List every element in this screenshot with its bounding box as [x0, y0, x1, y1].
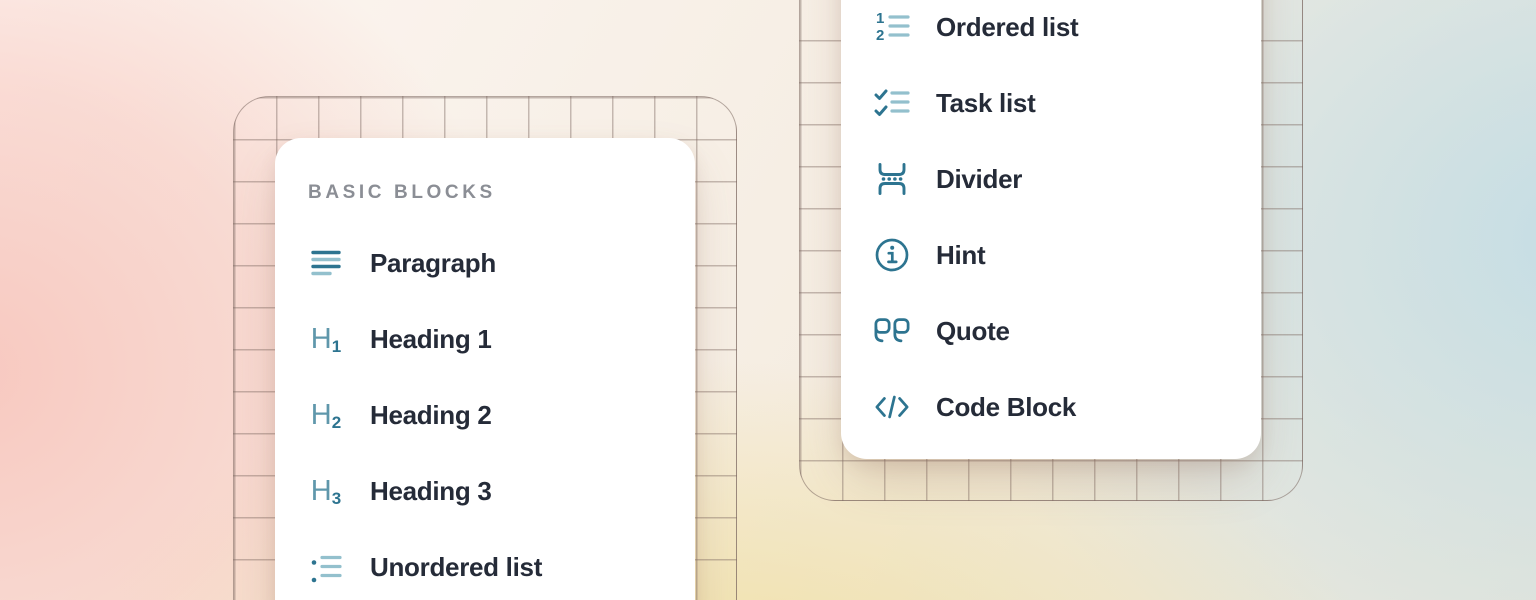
- svg-text:1: 1: [876, 10, 884, 27]
- menu-item-unordered-list[interactable]: Unordered list: [275, 529, 695, 600]
- hint-icon: [874, 235, 910, 275]
- ordered-list-icon: 12: [874, 7, 910, 47]
- heading-2-icon: H2: [308, 395, 344, 435]
- basic-blocks-section-label: BASIC BLOCKS: [308, 182, 496, 204]
- basic-blocks-menu-items: Paragraph H1 Heading 1 H2 Heading 2 H3 H…: [275, 225, 695, 600]
- code-block-icon: [874, 387, 910, 427]
- blocks-menu-secondary: 12 Ordered list Task list Divider Hint Q…: [841, 0, 1261, 459]
- menu-item-divider[interactable]: Divider: [841, 141, 1261, 217]
- heading-1-icon: H1: [308, 319, 344, 359]
- insert-block-menus-illustration: BASIC BLOCKS Paragraph H1 Heading 1 H2 H…: [0, 0, 1536, 600]
- menu-item-paragraph[interactable]: Paragraph: [275, 225, 695, 301]
- svg-text:2: 2: [876, 27, 884, 44]
- menu-item-ordered-list[interactable]: 12 Ordered list: [841, 0, 1261, 65]
- blocks-menu-secondary-items: 12 Ordered list Task list Divider Hint Q…: [841, 0, 1261, 445]
- menu-item-heading-3[interactable]: H3 Heading 3: [275, 453, 695, 529]
- paragraph-icon: [308, 243, 344, 283]
- menu-item-code-block[interactable]: Code Block: [841, 369, 1261, 445]
- menu-item-hint[interactable]: Hint: [841, 217, 1261, 293]
- menu-item-heading-2[interactable]: H2 Heading 2: [275, 377, 695, 453]
- heading-3-icon: H3: [308, 471, 344, 511]
- menu-item-task-list[interactable]: Task list: [841, 65, 1261, 141]
- unordered-list-icon: [308, 547, 344, 587]
- menu-item-heading-1[interactable]: H1 Heading 1: [275, 301, 695, 377]
- menu-item-quote[interactable]: Quote: [841, 293, 1261, 369]
- basic-blocks-menu: BASIC BLOCKS Paragraph H1 Heading 1 H2 H…: [275, 138, 695, 600]
- task-list-icon: [874, 83, 910, 123]
- quote-icon: [874, 311, 910, 351]
- divider-icon: [874, 159, 910, 199]
